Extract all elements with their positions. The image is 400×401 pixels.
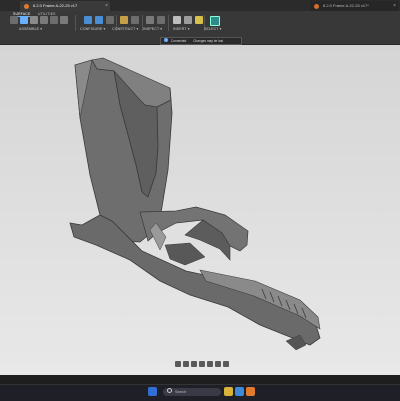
search-placeholder: Search	[175, 390, 187, 394]
grid-settings-icon[interactable]	[215, 361, 221, 367]
rigid-group-icon[interactable]	[50, 16, 58, 24]
group-assemble[interactable]: ASSEMBLE ▾	[19, 27, 42, 31]
3d-viewport[interactable]	[0, 45, 400, 375]
divider	[75, 15, 76, 31]
drive-joints-icon[interactable]	[60, 16, 68, 24]
search-icon	[167, 388, 172, 393]
connection-notification: Connected Changes may be lost	[160, 37, 242, 45]
table-icon[interactable]	[95, 16, 103, 24]
viewport-navigation-bar	[140, 361, 250, 368]
fusion-taskbar-icon[interactable]	[246, 387, 255, 396]
measure-icon[interactable]	[146, 16, 154, 24]
close-tab-icon[interactable]: ×	[393, 1, 396, 11]
fit-icon[interactable]	[199, 361, 205, 367]
axis-icon[interactable]	[131, 16, 139, 24]
configure-icon[interactable]	[84, 16, 92, 24]
insert-svg-icon[interactable]	[184, 16, 192, 24]
group-inspect[interactable]: INSPECT ▾	[143, 27, 162, 31]
group-insert[interactable]: INSERT ▾	[173, 27, 190, 31]
info-icon	[164, 38, 168, 42]
viewports-icon[interactable]	[223, 361, 229, 367]
group-configure[interactable]: CONFIGURE ▾	[80, 27, 105, 31]
move-icon[interactable]	[20, 16, 28, 24]
file-explorer-icon[interactable]	[224, 387, 233, 396]
document-tab-label: 8.2.0 Frame A-22-25 v17*	[323, 3, 369, 8]
taskbar-search[interactable]: Search	[163, 388, 221, 396]
orbit-icon[interactable]	[175, 361, 181, 367]
close-tab-icon[interactable]: ×	[105, 1, 108, 11]
offset-plane-icon[interactable]	[120, 16, 128, 24]
fusion-app-icon	[314, 4, 319, 9]
document-tab-1[interactable]: 8.2.0 Frame A-22-25 v17 ×	[20, 1, 110, 11]
model-render[interactable]	[0, 45, 400, 375]
theme-icon[interactable]	[106, 16, 114, 24]
notification-title: Connected	[170, 39, 187, 43]
title-bar: 8.2.0 Frame A-22-25 v17 × 8.2.0 Frame A-…	[0, 0, 400, 11]
fusion-app-icon	[24, 4, 29, 9]
align-icon[interactable]	[30, 16, 38, 24]
pan-icon[interactable]	[183, 361, 189, 367]
windows-start-icon[interactable]	[148, 387, 157, 396]
frame-detail	[164, 242, 206, 266]
display-settings-icon[interactable]	[207, 361, 213, 367]
notification-message: Changes may be lost	[193, 39, 224, 43]
edge-browser-icon[interactable]	[235, 387, 244, 396]
zoom-icon[interactable]	[191, 361, 197, 367]
document-tab-label: 8.2.0 Frame A-22-25 v17	[33, 3, 78, 8]
group-construct[interactable]: CONSTRUCT ▾	[112, 27, 138, 31]
select-cursor-icon[interactable]	[210, 16, 220, 26]
insert-image-icon[interactable]	[195, 16, 203, 24]
new-component-icon[interactable]	[10, 16, 18, 24]
divider	[168, 15, 169, 31]
insert-mesh-icon[interactable]	[173, 16, 181, 24]
joint-icon[interactable]	[40, 16, 48, 24]
group-select[interactable]: SELECT ▾	[204, 27, 222, 31]
section-analysis-icon[interactable]	[157, 16, 165, 24]
document-tab-2[interactable]: 8.2.0 Frame A-22-25 v17* ×	[310, 1, 398, 11]
